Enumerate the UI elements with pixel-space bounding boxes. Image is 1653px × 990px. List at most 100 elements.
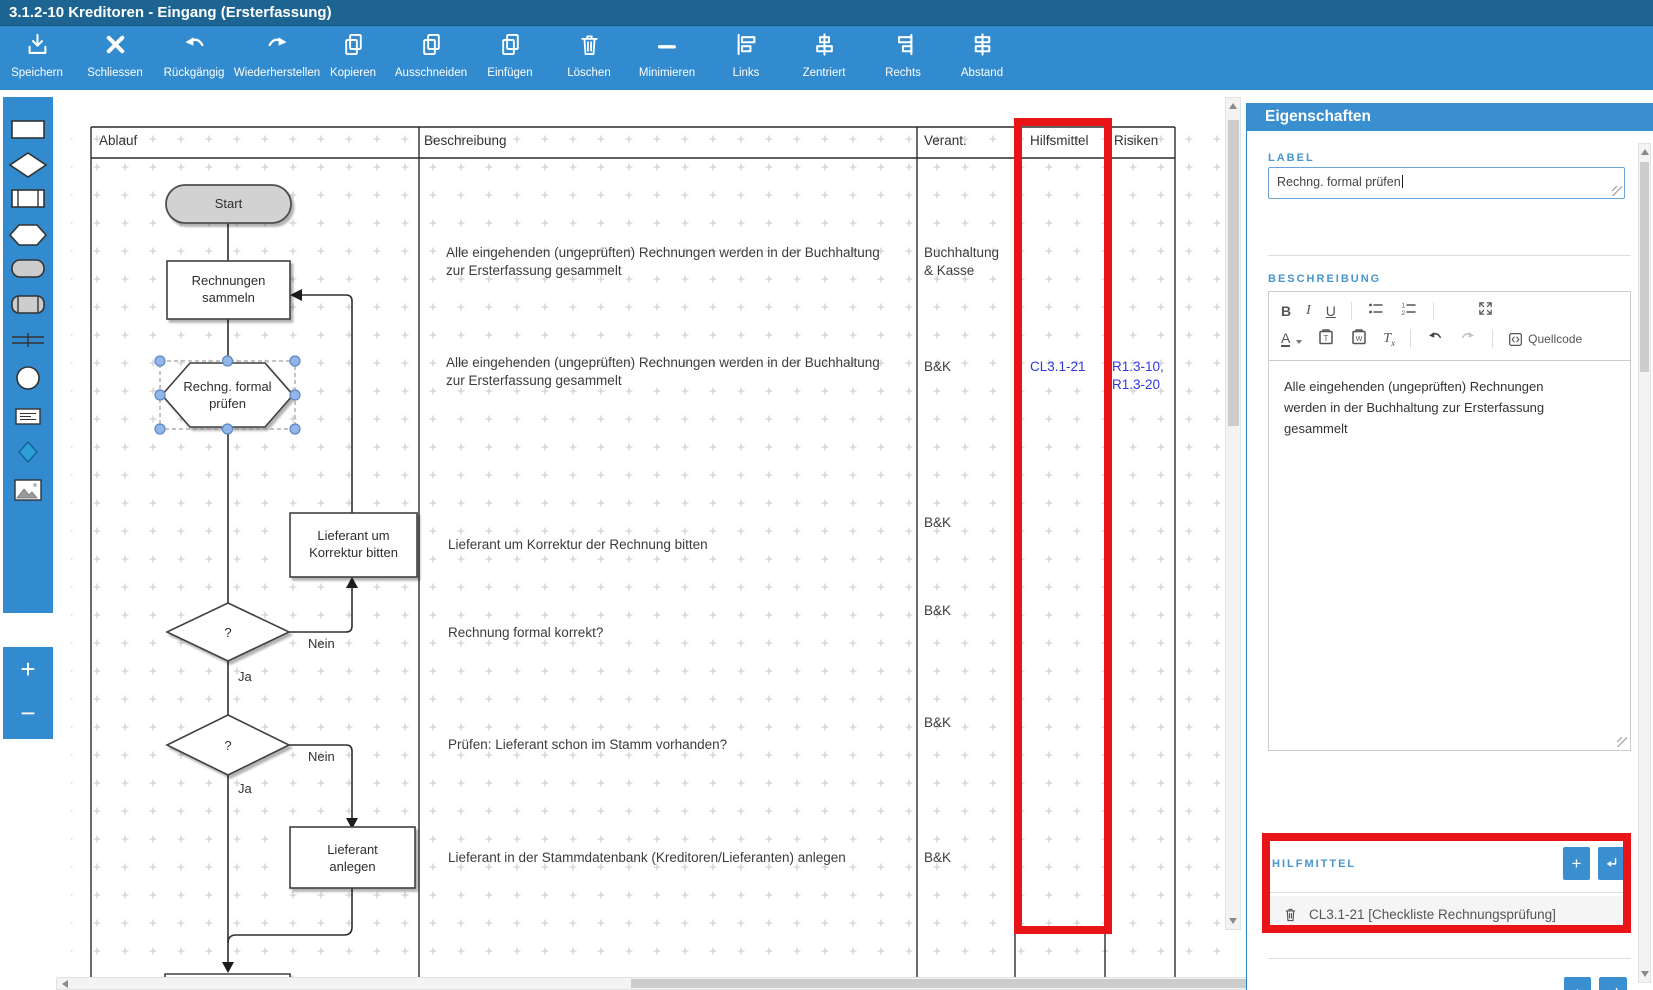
editor-toolbar-row-1: B I U 12: [1281, 298, 1494, 324]
link-hilfsmittel-button[interactable]: [1598, 847, 1626, 880]
collect-invoices-label[interactable]: Rechnungen sammeln: [167, 272, 290, 306]
source-code-button[interactable]: Quellcode: [1508, 332, 1582, 347]
scroll-down-icon[interactable]: [1229, 918, 1237, 924]
svg-text:W: W: [1356, 336, 1363, 343]
cut-icon: [391, 26, 471, 67]
zoom-controls: + −: [3, 647, 53, 739]
canvas-vertical-scrollbar[interactable]: [1225, 97, 1241, 930]
column-header-ablauf: Ablauf: [99, 133, 138, 148]
toolbar-button-label: Ausschneiden: [394, 67, 468, 79]
row-verant: B&K: [924, 603, 952, 618]
add-button-partial[interactable]: +: [1564, 977, 1591, 990]
row-description: Prüfen: Lieferant schon im Stamm vorhand…: [448, 737, 728, 752]
svg-text:1: 1: [1401, 302, 1405, 309]
description-editor-content[interactable]: Alle eingehenden (ungeprüften) Rechnunge…: [1269, 360, 1630, 750]
image-shape-icon[interactable]: [8, 476, 48, 504]
remove-format-icon[interactable]: Tx: [1383, 331, 1395, 348]
underline-icon[interactable]: U: [1326, 303, 1336, 319]
scrollbar-thumb[interactable]: [1640, 162, 1649, 372]
scroll-up-icon[interactable]: [1229, 103, 1237, 109]
row-verant: B&K: [924, 515, 952, 530]
delete-button[interactable]: Löschen: [549, 26, 629, 90]
align-center-button[interactable]: Zentriert: [784, 26, 864, 90]
decision-2-label[interactable]: ?: [208, 737, 248, 754]
scroll-down-icon[interactable]: [1641, 971, 1649, 977]
minimize-icon: [627, 26, 707, 67]
align-right-button[interactable]: Rechts: [863, 26, 943, 90]
edge-label-ja-1: Ja: [238, 669, 252, 684]
align-left-icon: [706, 26, 786, 67]
toolbar-button-label: Schliessen: [87, 67, 143, 79]
predefined-process-shape-icon[interactable]: [8, 184, 48, 212]
text-block-shape-icon[interactable]: [8, 402, 48, 430]
chevron-down-icon: [1296, 340, 1303, 344]
parallel-lines-shape-icon[interactable]: [8, 326, 48, 354]
paste-button[interactable]: Einfügen: [470, 26, 550, 90]
align-center-icon: [784, 26, 864, 67]
resize-handle-icon[interactable]: [1617, 737, 1627, 747]
editor-undo-icon[interactable]: [1426, 328, 1444, 351]
paste-word-icon[interactable]: W: [1350, 328, 1368, 351]
properties-panel-header: Eigenschaften: [1247, 103, 1653, 131]
numbered-list-icon[interactable]: 12: [1400, 300, 1418, 323]
resize-handle-icon[interactable]: [1612, 186, 1622, 196]
toolbar-separator: [1410, 330, 1412, 348]
circle-shape-icon[interactable]: [8, 364, 48, 392]
zoom-out-button[interactable]: −: [3, 691, 53, 735]
align-left-button[interactable]: Links: [706, 26, 786, 90]
decision-1-label[interactable]: ?: [208, 624, 248, 641]
align-right-icon: [863, 26, 943, 67]
description-editor[interactable]: B I U 12 A T W Tx Quellcode Alle eingehe…: [1268, 291, 1631, 751]
save-button[interactable]: Speichern: [0, 26, 77, 90]
label-input[interactable]: Rechng. formal prüfen: [1268, 167, 1625, 199]
row-description: Lieferant in der Stammdatenbank (Kredito…: [448, 850, 846, 865]
italic-icon[interactable]: I: [1306, 303, 1311, 319]
svg-text:2: 2: [1401, 310, 1405, 317]
link-button-partial[interactable]: [1599, 977, 1627, 990]
rounded-rectangle-shape-icon[interactable]: [8, 254, 48, 282]
close-button[interactable]: Schliessen: [75, 26, 155, 90]
section-divider: [1270, 892, 1626, 893]
hilfsmittel-link[interactable]: CL3.1-21: [1030, 358, 1086, 376]
toolbar-button-label: Einfügen: [487, 67, 533, 79]
maximize-icon[interactable]: [1477, 300, 1494, 322]
main-toolbar: Speichern Schliessen Rückgängig Wiederhe…: [0, 25, 1653, 90]
zoom-in-button[interactable]: +: [3, 647, 53, 691]
description-text: Alle eingehenden (ungeprüften) Rechnunge…: [1284, 379, 1545, 436]
hexagon-shape-icon[interactable]: [8, 221, 48, 249]
text-color-icon[interactable]: A: [1281, 331, 1291, 347]
panel-scrollbar[interactable]: [1638, 143, 1651, 983]
column-header-beschreibung: Beschreibung: [424, 133, 507, 148]
cut-button[interactable]: Ausschneiden: [391, 26, 471, 90]
description-section-heading: BESCHREIBUNG: [1268, 273, 1382, 285]
properties-panel-title: Eigenschaften: [1265, 108, 1371, 125]
copy-button[interactable]: Kopieren: [313, 26, 393, 90]
scroll-left-icon[interactable]: [62, 980, 68, 988]
diamond-shape-icon[interactable]: [8, 151, 48, 179]
minimize-button[interactable]: Minimieren: [627, 26, 707, 90]
toolbar-separator: [1432, 302, 1434, 320]
start-node-label[interactable]: Start: [166, 195, 291, 212]
small-diamond-shape-icon[interactable]: [8, 438, 48, 466]
scrollbar-thumb[interactable]: [1228, 120, 1239, 426]
diagram-canvas[interactable]: Ablauf Beschreibung Verant. Hilfsmittel …: [56, 96, 1241, 977]
paste-text-icon[interactable]: T: [1317, 328, 1335, 351]
request-correction-label[interactable]: Lieferant um Korrektur bitten: [297, 527, 410, 561]
risiko-link[interactable]: R1.3-20: [1112, 376, 1160, 394]
column-header-risiken: Risiken: [1114, 133, 1159, 148]
risiko-link[interactable]: R1.3-10,: [1112, 358, 1164, 376]
hilfsmittel-list-item[interactable]: CL3.1-21 [Checkliste Rechnungsprüfung]: [1270, 896, 1623, 932]
add-hilfsmittel-button[interactable]: +: [1563, 847, 1590, 880]
scroll-up-icon[interactable]: [1641, 149, 1649, 155]
window-title: 3.1.2-10 Kreditoren - Eingang (Ersterfas…: [9, 4, 332, 21]
spacing-button[interactable]: Abstand: [942, 26, 1022, 90]
rectangle-shape-icon[interactable]: [8, 115, 48, 143]
rounded-predefined-shape-icon[interactable]: [8, 290, 48, 318]
check-invoice-label[interactable]: Rechng. formal prüfen: [175, 378, 280, 412]
editor-redo-icon[interactable]: [1459, 328, 1477, 351]
bold-icon[interactable]: B: [1281, 303, 1291, 319]
toolbar-button-label: Abstand: [960, 67, 1004, 79]
bullet-list-icon[interactable]: [1367, 300, 1385, 323]
create-supplier-label[interactable]: Lieferant anlegen: [307, 841, 398, 875]
delete-item-icon[interactable]: [1282, 906, 1299, 923]
